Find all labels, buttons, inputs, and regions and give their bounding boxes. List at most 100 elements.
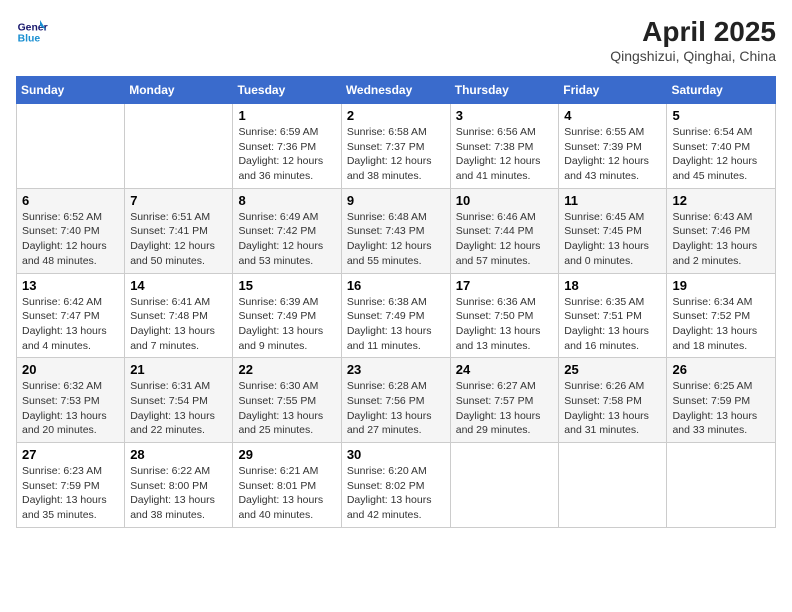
calendar-cell: 27 Sunrise: 6:23 AM Sunset: 7:59 PM Dayli… — [17, 443, 125, 528]
day-header-friday: Friday — [559, 77, 667, 104]
svg-text:Blue: Blue — [18, 34, 41, 45]
calendar-cell: 23Sunrise: 6:28 AM Sunset: 7:56 PM Dayli… — [341, 358, 450, 443]
day-info: Sunrise: 6:42 AM Sunset: 7:47 PM Dayligh… — [22, 295, 119, 354]
day-number: 10 — [456, 193, 554, 208]
calendar-cell: 25 Sunrise: 6:26 AM Sunset: 7:58 PM Dayli… — [559, 358, 667, 443]
day-info: Sunrise: 6:39 AM Sunset: 7:49 PM Dayligh… — [238, 295, 335, 354]
day-info: Sunrise: 6:45 AM Sunset: 7:45 PM Dayligh… — [564, 210, 661, 269]
day-info: Sunrise: 6:30 AM Sunset: 7:55 PM Dayligh… — [238, 379, 335, 438]
day-number: 26 — [672, 362, 770, 377]
calendar-cell: 21 Sunrise: 6:31 AM Sunset: 7:54 PM Dayli… — [125, 358, 233, 443]
day-info: Sunrise: 6:52 AM Sunset: 7:40 PM Dayligh… — [22, 210, 119, 269]
day-info: Sunrise: 6:26 AM Sunset: 7:58 PM Dayligh… — [564, 379, 661, 438]
calendar-week-1: 1 Sunrise: 6:59 AM Sunset: 7:36 PM Daylig… — [17, 104, 776, 189]
calendar-cell — [17, 104, 125, 189]
calendar-header-row: SundayMondayTuesdayWednesdayThursdayFrid… — [17, 77, 776, 104]
page-header: General Blue April 2025 Qingshizui, Qing… — [16, 16, 776, 64]
calendar-cell: 13 Sunrise: 6:42 AM Sunset: 7:47 PM Dayli… — [17, 273, 125, 358]
day-number: 21 — [130, 362, 227, 377]
day-info: Sunrise: 6:58 AM Sunset: 7:37 PM Dayligh… — [347, 125, 445, 184]
title-block: April 2025 Qingshizui, Qinghai, China — [610, 16, 776, 64]
day-number: 24 — [456, 362, 554, 377]
calendar-cell: 10 Sunrise: 6:46 AM Sunset: 7:44 PM Dayli… — [450, 188, 559, 273]
day-number: 11 — [564, 193, 661, 208]
day-info: Sunrise: 6:34 AM Sunset: 7:52 PM Dayligh… — [672, 295, 770, 354]
day-info: Sunrise: 6:35 AM Sunset: 7:51 PM Dayligh… — [564, 295, 661, 354]
calendar-cell: 8Sunrise: 6:49 AM Sunset: 7:42 PM Daylig… — [233, 188, 341, 273]
day-number: 29 — [238, 447, 335, 462]
day-number: 27 — [22, 447, 119, 462]
day-info: Sunrise: 6:48 AM Sunset: 7:43 PM Dayligh… — [347, 210, 445, 269]
location: Qingshizui, Qinghai, China — [610, 48, 776, 64]
day-number: 9 — [347, 193, 445, 208]
day-info: Sunrise: 6:23 AM Sunset: 7:59 PM Dayligh… — [22, 464, 119, 523]
day-number: 2 — [347, 108, 445, 123]
day-info: Sunrise: 6:56 AM Sunset: 7:38 PM Dayligh… — [456, 125, 554, 184]
calendar-cell: 30 Sunrise: 6:20 AM Sunset: 8:02 PM Dayli… — [341, 443, 450, 528]
calendar-week-3: 13 Sunrise: 6:42 AM Sunset: 7:47 PM Dayli… — [17, 273, 776, 358]
calendar-cell: 9 Sunrise: 6:48 AM Sunset: 7:43 PM Daylig… — [341, 188, 450, 273]
calendar-cell: 19Sunrise: 6:34 AM Sunset: 7:52 PM Dayli… — [667, 273, 776, 358]
day-number: 6 — [22, 193, 119, 208]
day-number: 28 — [130, 447, 227, 462]
day-number: 18 — [564, 278, 661, 293]
calendar-cell: 16Sunrise: 6:38 AM Sunset: 7:49 PM Dayli… — [341, 273, 450, 358]
calendar-cell: 1 Sunrise: 6:59 AM Sunset: 7:36 PM Daylig… — [233, 104, 341, 189]
day-number: 20 — [22, 362, 119, 377]
day-number: 15 — [238, 278, 335, 293]
calendar-week-4: 20 Sunrise: 6:32 AM Sunset: 7:53 PM Dayli… — [17, 358, 776, 443]
calendar-cell: 4Sunrise: 6:55 AM Sunset: 7:39 PM Daylig… — [559, 104, 667, 189]
day-number: 5 — [672, 108, 770, 123]
day-info: Sunrise: 6:20 AM Sunset: 8:02 PM Dayligh… — [347, 464, 445, 523]
day-header-wednesday: Wednesday — [341, 77, 450, 104]
day-header-saturday: Saturday — [667, 77, 776, 104]
day-number: 1 — [238, 108, 335, 123]
logo-icon: General Blue — [16, 16, 48, 48]
day-number: 14 — [130, 278, 227, 293]
day-info: Sunrise: 6:51 AM Sunset: 7:41 PM Dayligh… — [130, 210, 227, 269]
day-info: Sunrise: 6:59 AM Sunset: 7:36 PM Dayligh… — [238, 125, 335, 184]
day-number: 22 — [238, 362, 335, 377]
calendar-cell — [450, 443, 559, 528]
day-info: Sunrise: 6:31 AM Sunset: 7:54 PM Dayligh… — [130, 379, 227, 438]
month-year: April 2025 — [610, 16, 776, 48]
calendar-cell: 14Sunrise: 6:41 AM Sunset: 7:48 PM Dayli… — [125, 273, 233, 358]
day-number: 13 — [22, 278, 119, 293]
calendar-table: SundayMondayTuesdayWednesdayThursdayFrid… — [16, 76, 776, 528]
calendar-week-2: 6 Sunrise: 6:52 AM Sunset: 7:40 PM Daylig… — [17, 188, 776, 273]
day-header-tuesday: Tuesday — [233, 77, 341, 104]
day-number: 4 — [564, 108, 661, 123]
calendar-cell — [559, 443, 667, 528]
calendar-cell — [125, 104, 233, 189]
calendar-cell: 29Sunrise: 6:21 AM Sunset: 8:01 PM Dayli… — [233, 443, 341, 528]
day-info: Sunrise: 6:27 AM Sunset: 7:57 PM Dayligh… — [456, 379, 554, 438]
calendar-cell: 26Sunrise: 6:25 AM Sunset: 7:59 PM Dayli… — [667, 358, 776, 443]
day-number: 17 — [456, 278, 554, 293]
day-info: Sunrise: 6:36 AM Sunset: 7:50 PM Dayligh… — [456, 295, 554, 354]
day-info: Sunrise: 6:32 AM Sunset: 7:53 PM Dayligh… — [22, 379, 119, 438]
calendar-cell: 17 Sunrise: 6:36 AM Sunset: 7:50 PM Dayli… — [450, 273, 559, 358]
day-number: 25 — [564, 362, 661, 377]
day-info: Sunrise: 6:22 AM Sunset: 8:00 PM Dayligh… — [130, 464, 227, 523]
calendar-cell: 12Sunrise: 6:43 AM Sunset: 7:46 PM Dayli… — [667, 188, 776, 273]
calendar-cell: 7 Sunrise: 6:51 AM Sunset: 7:41 PM Daylig… — [125, 188, 233, 273]
day-info: Sunrise: 6:43 AM Sunset: 7:46 PM Dayligh… — [672, 210, 770, 269]
day-header-sunday: Sunday — [17, 77, 125, 104]
day-number: 30 — [347, 447, 445, 462]
day-number: 8 — [238, 193, 335, 208]
calendar-cell: 20 Sunrise: 6:32 AM Sunset: 7:53 PM Dayli… — [17, 358, 125, 443]
day-header-monday: Monday — [125, 77, 233, 104]
day-header-thursday: Thursday — [450, 77, 559, 104]
calendar-week-5: 27 Sunrise: 6:23 AM Sunset: 7:59 PM Dayli… — [17, 443, 776, 528]
calendar-cell: 6 Sunrise: 6:52 AM Sunset: 7:40 PM Daylig… — [17, 188, 125, 273]
calendar-cell: 11 Sunrise: 6:45 AM Sunset: 7:45 PM Dayli… — [559, 188, 667, 273]
day-number: 7 — [130, 193, 227, 208]
calendar-cell: 24 Sunrise: 6:27 AM Sunset: 7:57 PM Dayli… — [450, 358, 559, 443]
day-info: Sunrise: 6:28 AM Sunset: 7:56 PM Dayligh… — [347, 379, 445, 438]
calendar-cell — [667, 443, 776, 528]
day-info: Sunrise: 6:38 AM Sunset: 7:49 PM Dayligh… — [347, 295, 445, 354]
calendar-cell: 18 Sunrise: 6:35 AM Sunset: 7:51 PM Dayli… — [559, 273, 667, 358]
calendar-cell: 5Sunrise: 6:54 AM Sunset: 7:40 PM Daylig… — [667, 104, 776, 189]
day-info: Sunrise: 6:46 AM Sunset: 7:44 PM Dayligh… — [456, 210, 554, 269]
calendar-cell: 22 Sunrise: 6:30 AM Sunset: 7:55 PM Dayli… — [233, 358, 341, 443]
